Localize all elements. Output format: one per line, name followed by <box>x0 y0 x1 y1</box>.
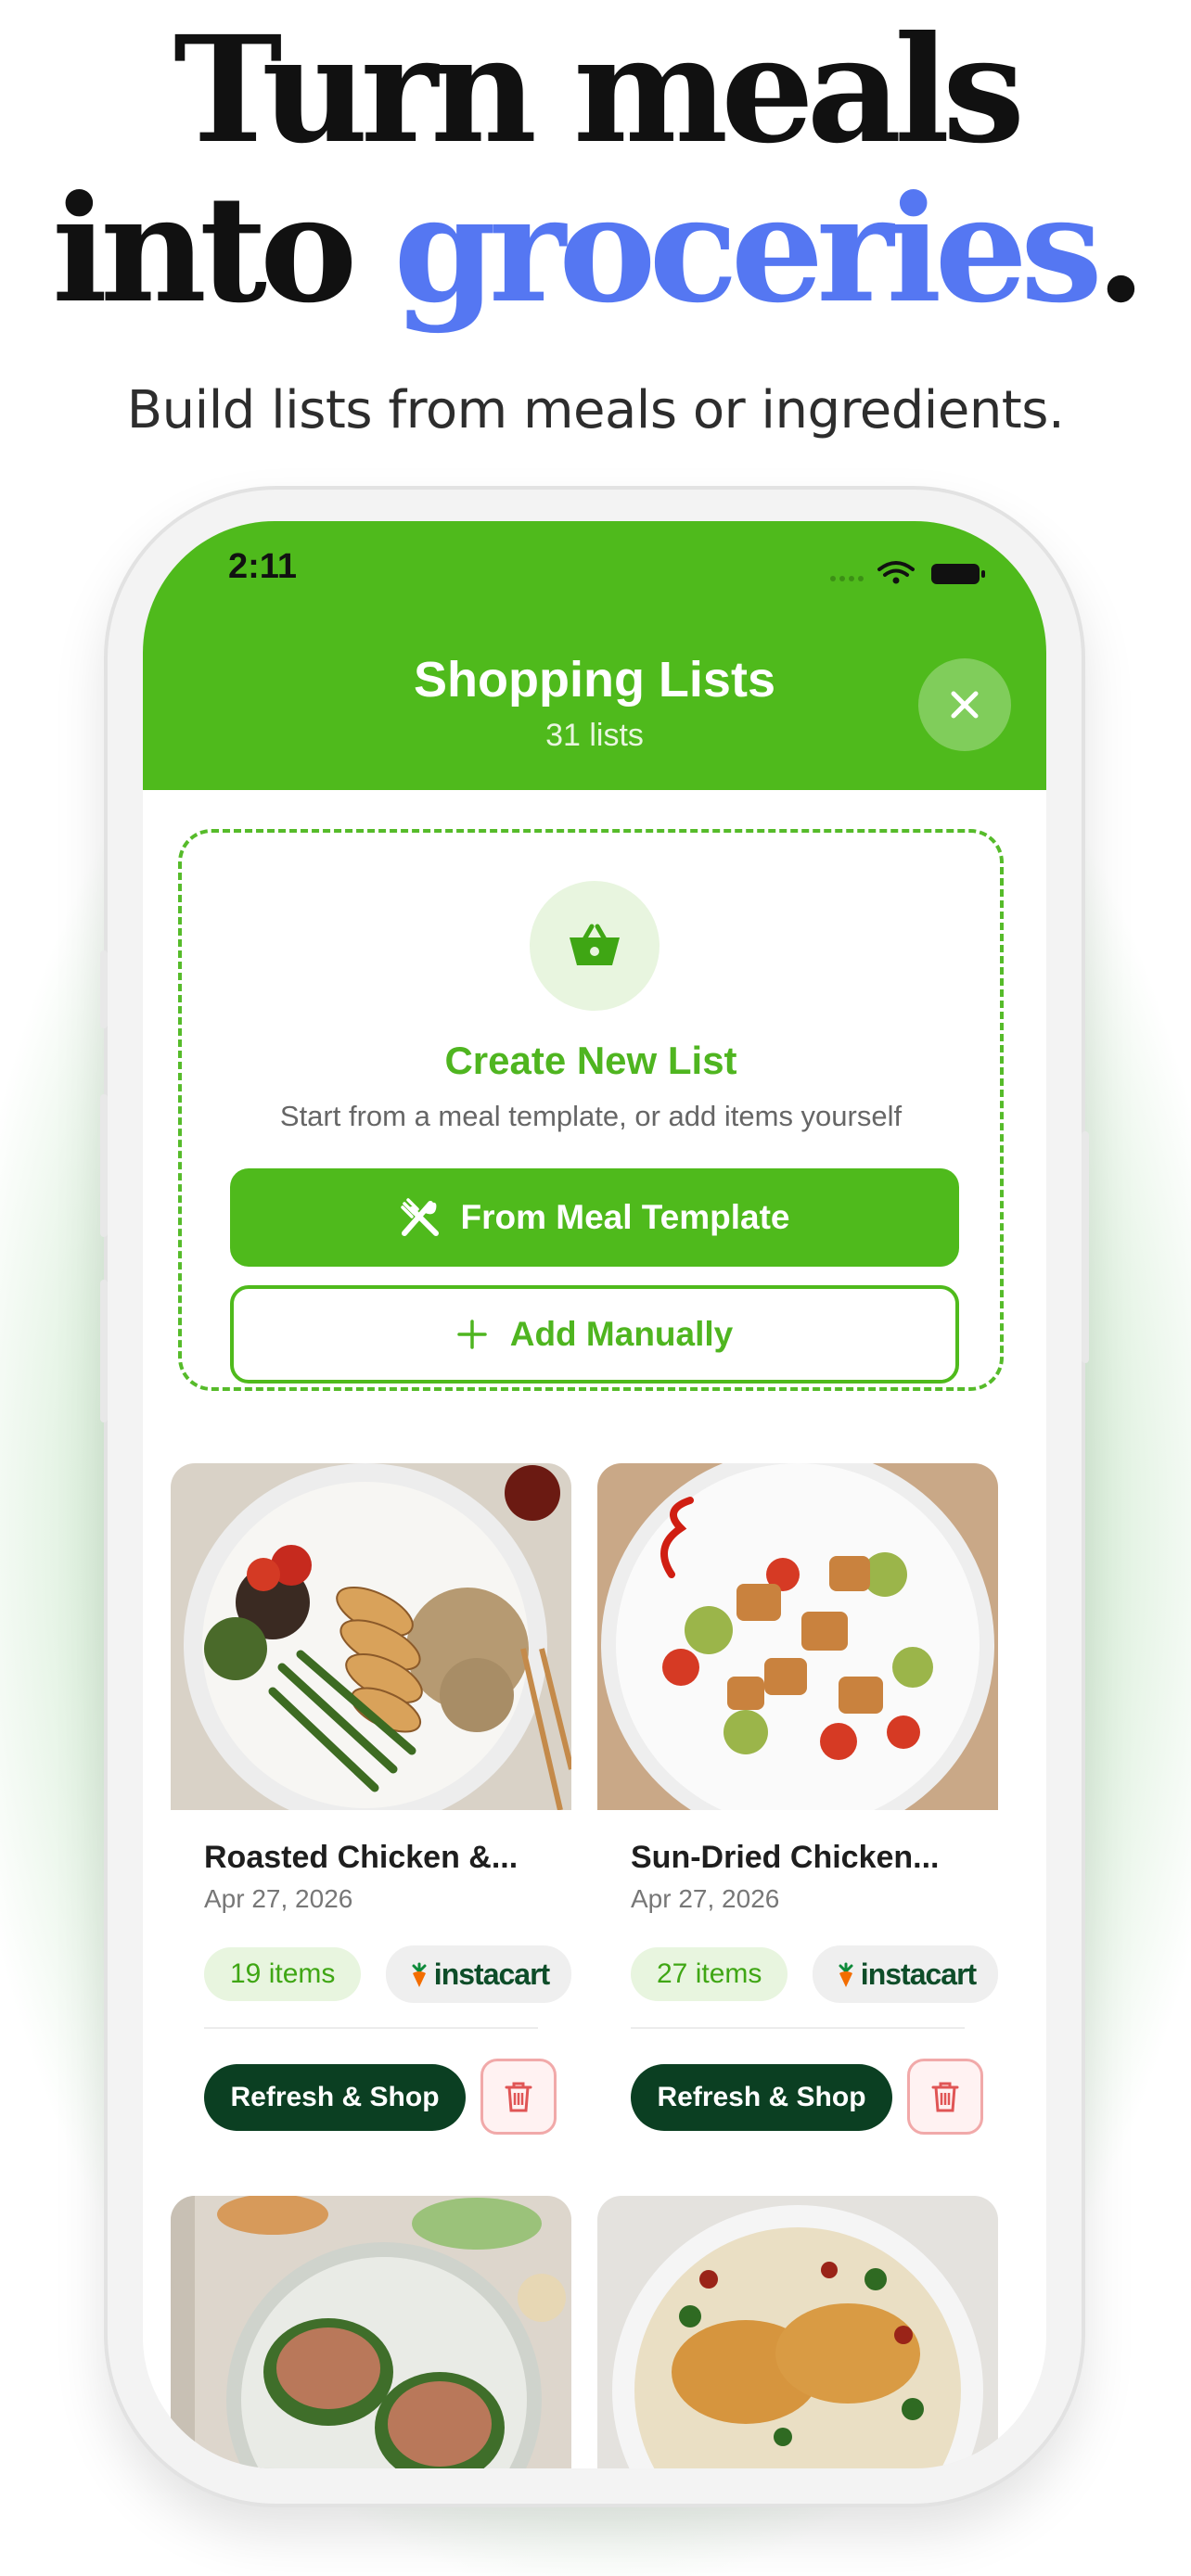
app-screen: 2:11 Shopping Lists 31 lists Create New … <box>143 521 1046 2468</box>
phone-volume-up <box>100 1094 108 1237</box>
create-list-card: Create New List Start from a meal templa… <box>178 829 1004 1391</box>
headline-period: . <box>1095 164 1146 336</box>
utensils-icon <box>401 1198 440 1236</box>
battery-icon <box>931 564 985 584</box>
basket-icon <box>570 924 620 965</box>
meal-photo-stuffed-peppers[interactable] <box>171 2196 571 2468</box>
headline-accent-word: groceries <box>393 164 1103 336</box>
instacart-badge: instacart <box>386 1945 571 2003</box>
list-date: Apr 27, 2026 <box>631 1884 780 1913</box>
list-card[interactable]: Roasted Chicken &... Apr 27, 2026 19 ite… <box>171 1463 571 2168</box>
carrot-icon <box>412 1962 427 1987</box>
headline-line-1: Turn meals <box>173 5 1025 176</box>
list-card[interactable]: Sun-Dried Chicken... Apr 27, 2026 27 ite… <box>597 1463 998 2168</box>
headline-line-2-prefix: into <box>52 164 357 336</box>
item-count-badge: 19 items <box>204 1947 362 2001</box>
trash-icon <box>931 2082 959 2112</box>
hero-subhead: Build lists from meals or ingredients. <box>126 380 1065 440</box>
phone-side-button <box>100 950 108 1028</box>
refresh-and-shop-button[interactable]: Refresh & Shop <box>631 2064 892 2131</box>
status-indicators <box>827 558 994 584</box>
add-manually-button[interactable]: Add Manually <box>230 1285 959 1384</box>
wifi-icon <box>877 561 915 577</box>
hero-headline: Turn meals into groceries. <box>0 11 1191 330</box>
from-meal-template-button[interactable]: From Meal Template <box>230 1168 959 1267</box>
instacart-label: instacart <box>860 1957 977 1991</box>
meal-photo-sun-dried-chicken <box>597 1463 998 1810</box>
delete-button[interactable] <box>480 2059 557 2135</box>
close-icon <box>951 691 979 719</box>
page-title: Shopping Lists <box>414 652 775 708</box>
wifi-dot <box>892 577 900 584</box>
instacart-label: instacart <box>433 1957 550 1991</box>
list-count: 31 lists <box>545 718 644 753</box>
phone-power-button <box>1082 1131 1089 1363</box>
app-header: 2:11 Shopping Lists 31 lists <box>143 521 1046 790</box>
trash-icon <box>505 2082 532 2112</box>
plus-icon <box>456 1320 487 1349</box>
signal-dots-icon <box>830 576 864 581</box>
card-divider <box>631 2027 965 2029</box>
list-date: Apr 27, 2026 <box>204 1884 353 1913</box>
meal-photo-tuscan-chicken[interactable] <box>597 2196 998 2468</box>
from-meal-template-label: From Meal Template <box>460 1198 790 1236</box>
add-manually-label: Add Manually <box>509 1315 734 1353</box>
meal-photo-roasted-chicken <box>171 1463 571 1810</box>
phone-volume-down <box>100 1280 108 1422</box>
status-time: 2:11 <box>228 547 297 586</box>
list-title: Roasted Chicken &... <box>204 1840 519 1875</box>
carrot-icon <box>839 1962 853 1987</box>
list-title: Sun-Dried Chicken... <box>631 1840 940 1875</box>
basket-badge <box>530 881 660 1011</box>
item-count-badge: 27 items <box>631 1947 788 2001</box>
create-list-subtitle: Start from a meal template, or add items… <box>279 1100 903 1132</box>
card-divider <box>204 2027 538 2029</box>
close-button[interactable] <box>918 658 1011 751</box>
create-list-title: Create New List <box>444 1039 737 1082</box>
delete-button[interactable] <box>907 2059 983 2135</box>
instacart-badge: instacart <box>813 1945 998 2003</box>
refresh-and-shop-button[interactable]: Refresh & Shop <box>204 2064 466 2131</box>
